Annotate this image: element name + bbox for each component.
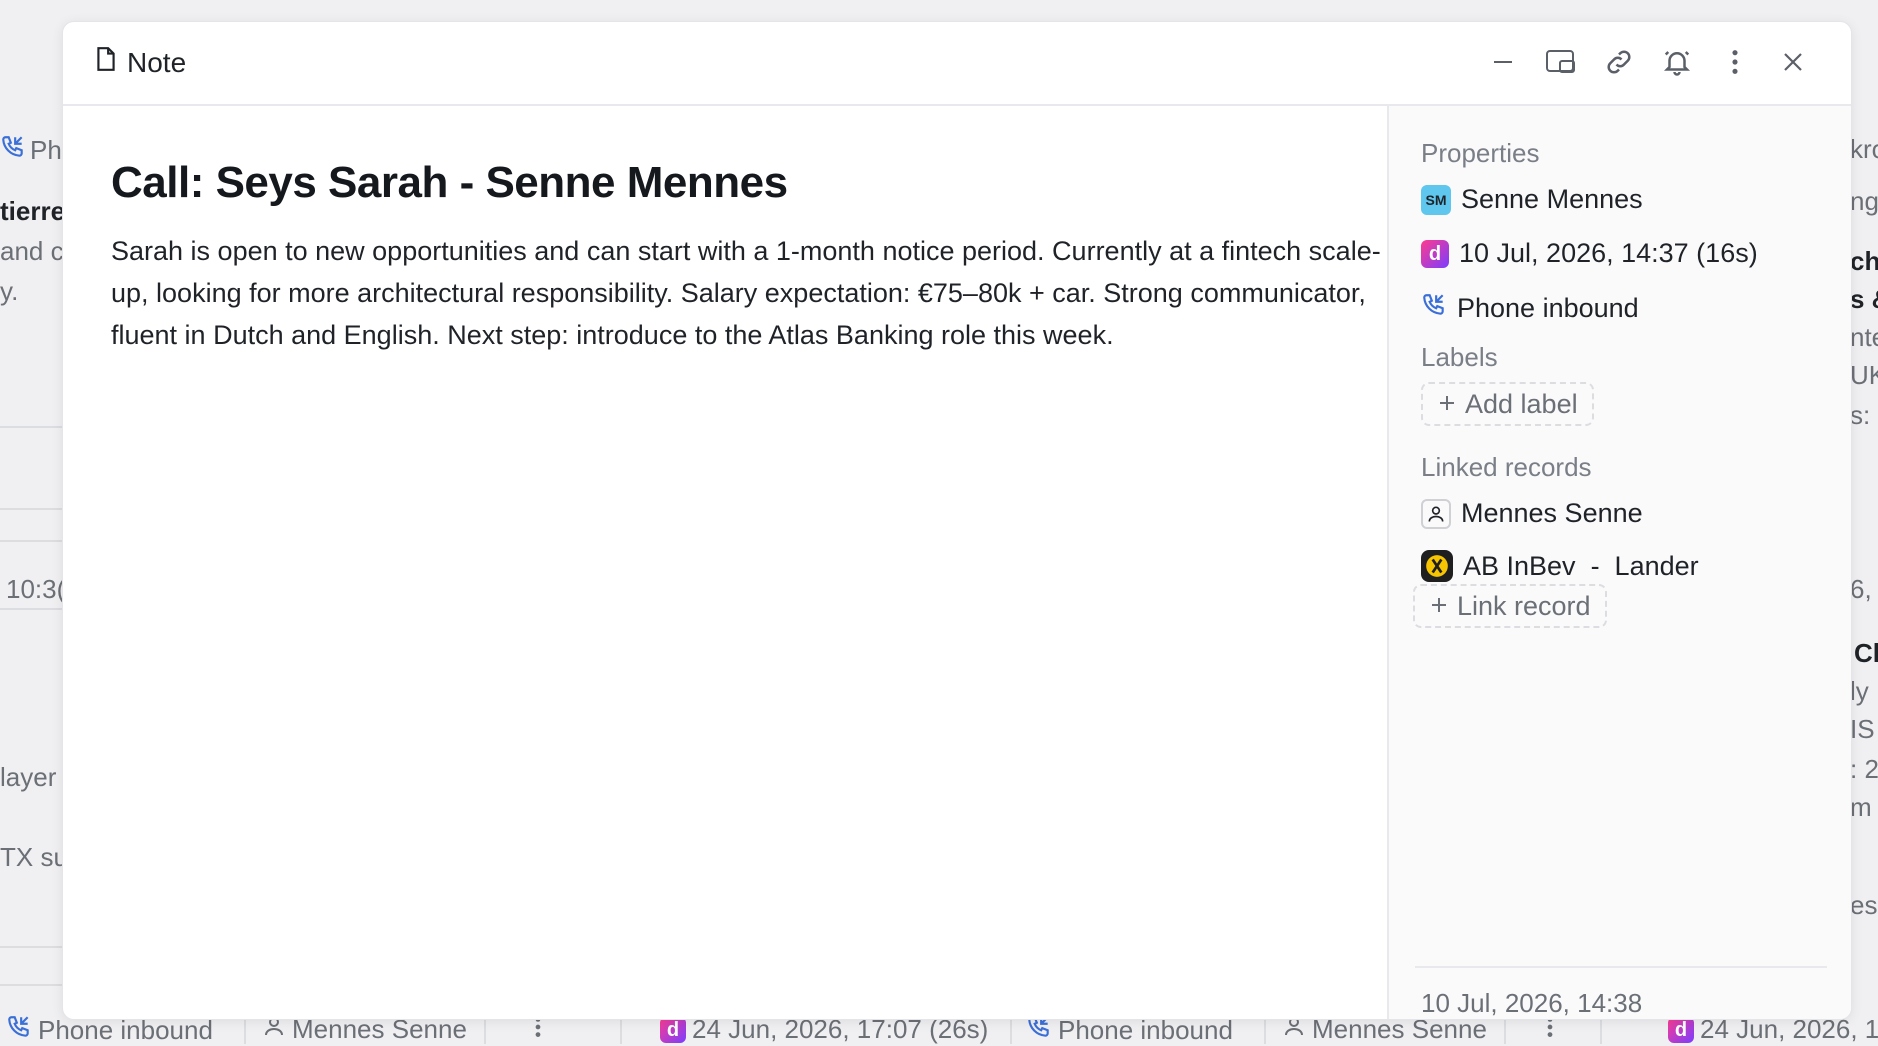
note-title[interactable]: Call: Seys Sarah - Senne Mennes	[111, 158, 788, 208]
open-in-panel-icon[interactable]	[1543, 44, 1579, 80]
divider	[0, 426, 62, 428]
background-text: IS	[1850, 714, 1875, 744]
background-text: tierre:	[0, 196, 62, 226]
background-text: 10:3(	[6, 574, 62, 604]
call-type-property[interactable]: Phone inbound	[1421, 292, 1639, 325]
background-text: m	[1850, 792, 1872, 822]
note-body[interactable]: Sarah is open to new opportunities and c…	[111, 230, 1411, 356]
link-record-button[interactable]: Link record	[1413, 584, 1607, 628]
background-text: s &	[1850, 284, 1878, 314]
modal-header: Note	[63, 22, 1851, 106]
background-text: ch	[1850, 246, 1878, 276]
background-text: y.	[0, 276, 19, 306]
divider	[0, 946, 62, 948]
meeting-icon: d	[1668, 1016, 1694, 1043]
background-call-item: Ph	[0, 134, 62, 167]
phone-inbound-icon	[0, 134, 26, 167]
background-text: : 2	[1850, 754, 1878, 784]
document-icon	[95, 46, 117, 79]
modal-header-actions	[1485, 44, 1811, 80]
linked-records-heading: Linked records	[1421, 452, 1592, 482]
background-text: ly	[1850, 676, 1869, 706]
close-icon[interactable]	[1775, 44, 1811, 80]
labels-heading: Labels	[1421, 342, 1498, 372]
properties-sidebar: Properties SM Senne Mennes d 10 Jul, 202…	[1387, 106, 1851, 1019]
background-text: nte	[1850, 322, 1878, 352]
background-text: kro	[1850, 134, 1878, 164]
created-at: 10 Jul, 2026, 14:38	[1421, 988, 1643, 1018]
divider	[0, 508, 62, 510]
background-text: layer	[0, 762, 57, 792]
linked-record-company[interactable]: AB InBev - Lander	[1421, 550, 1699, 582]
company-logo-icon	[1421, 550, 1453, 582]
divider	[0, 984, 62, 986]
divider	[0, 608, 62, 610]
modal-title: Note	[95, 46, 186, 79]
note-content: Call: Seys Sarah - Senne Mennes Sarah is…	[63, 106, 1386, 1019]
properties-heading: Properties	[1421, 138, 1540, 168]
bell-icon[interactable]	[1659, 44, 1695, 80]
owner-name: Senne Mennes	[1461, 184, 1643, 214]
divider	[0, 540, 62, 542]
background-left-column: Ph tierre: and c y. 10:3( layer TX su	[0, 0, 62, 1046]
phone-inbound-icon	[1421, 292, 1447, 325]
link-icon[interactable]	[1601, 44, 1637, 80]
note-modal: Note Call: Seys Sarah - Senne Mennes Sar…	[62, 21, 1852, 1020]
background-text: 6,	[1850, 574, 1872, 604]
linked-record-person[interactable]: Mennes Senne	[1421, 498, 1643, 529]
plus-icon	[1437, 389, 1457, 420]
person-icon	[1421, 498, 1451, 529]
background-right-column: kro ng ch s & nte UK s: ( 6, Cl ly IS : …	[1850, 0, 1878, 1046]
owner-property[interactable]: SM Senne Mennes	[1421, 184, 1643, 215]
add-label-button[interactable]: Add label	[1421, 382, 1594, 426]
background-text: and c	[0, 236, 62, 266]
meeting-datetime: 10 Jul, 2026, 14:37 (16s)	[1459, 238, 1758, 268]
background-text: es	[1850, 890, 1878, 920]
background-text: ng	[1850, 186, 1878, 216]
background-text: TX su	[0, 842, 62, 872]
background-text: UK	[1850, 360, 1878, 390]
background-text: Cl	[1854, 638, 1878, 668]
avatar: SM	[1421, 184, 1451, 215]
meeting-date-property[interactable]: d 10 Jul, 2026, 14:37 (16s)	[1421, 238, 1758, 269]
meeting-icon: d	[1421, 239, 1449, 268]
more-vertical-icon[interactable]	[1717, 44, 1753, 80]
minimize-icon[interactable]	[1485, 44, 1521, 80]
call-type: Phone inbound	[1457, 293, 1639, 323]
plus-icon	[1429, 591, 1449, 622]
background-text: s: (	[1850, 400, 1878, 430]
divider	[1415, 966, 1827, 968]
meeting-icon: d	[660, 1016, 686, 1043]
phone-inbound-icon	[6, 1014, 32, 1046]
